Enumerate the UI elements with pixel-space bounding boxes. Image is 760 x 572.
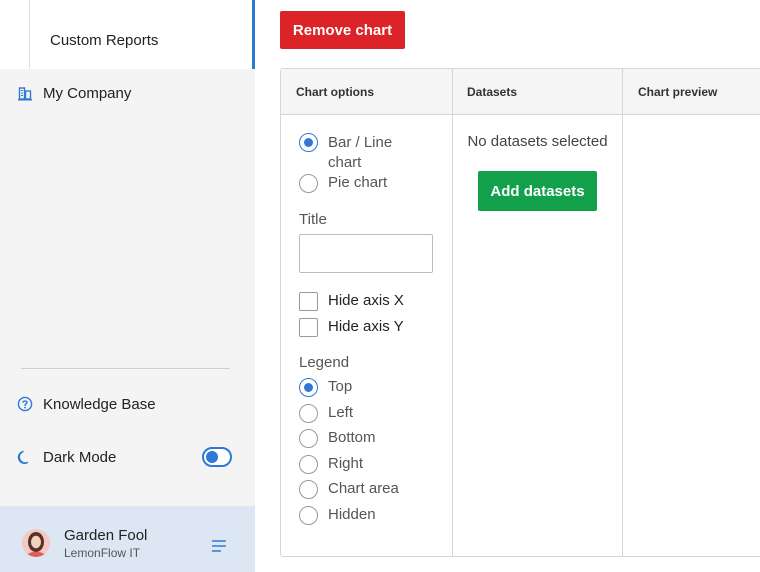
legend-left-radio[interactable]: [299, 404, 318, 423]
column-title-chart-options: Chart options: [296, 85, 374, 99]
hide-axis-y-checkbox[interactable]: [299, 318, 318, 337]
legend-right-option[interactable]: Right: [299, 455, 363, 474]
hide-axis-y-option[interactable]: Hide axis Y: [299, 318, 404, 337]
sidebar-item-knowledge-base[interactable]: Knowledge Base: [16, 395, 156, 413]
chart-type-pie-option[interactable]: Pie chart: [299, 174, 387, 193]
legend-label: Legend: [299, 354, 350, 371]
legend-top-radio[interactable]: [299, 378, 318, 397]
toggle-knob: [206, 451, 218, 463]
tree-guide-line: [29, 0, 30, 69]
sidebar: Custom Reports My Company Knowledge Base: [0, 0, 255, 572]
no-datasets-message: No datasets selected: [467, 133, 608, 150]
active-indicator: [252, 0, 255, 69]
avatar[interactable]: [22, 529, 50, 557]
chart-type-pie-radio[interactable]: [299, 174, 318, 193]
sidebar-item-my-company[interactable]: My Company: [16, 84, 131, 102]
chart-type-bar-line-option[interactable]: Bar / Line chart: [299, 133, 439, 173]
column-divider: [622, 69, 623, 556]
moon-icon: [16, 448, 34, 466]
sidebar-item-label: My Company: [43, 84, 132, 102]
sidebar-subitem-container: Custom Reports: [0, 0, 255, 69]
menu-icon[interactable]: [211, 539, 227, 553]
user-org: LemonFlow IT: [64, 546, 141, 560]
sidebar-item-custom-reports[interactable]: Custom Reports: [50, 32, 158, 49]
dark-mode-toggle[interactable]: [202, 447, 232, 467]
user-name: Garden Fool: [64, 527, 148, 544]
column-title-chart-preview: Chart preview: [638, 85, 718, 99]
legend-bottom-option[interactable]: Bottom: [299, 429, 376, 448]
title-input[interactable]: [299, 234, 433, 273]
building-icon: [16, 84, 34, 102]
chart-type-bar-line-radio[interactable]: [299, 133, 318, 152]
help-circle-icon: [16, 395, 34, 413]
legend-hidden-radio[interactable]: [299, 506, 318, 525]
user-panel: Garden Fool LemonFlow IT: [0, 506, 255, 572]
legend-top-option[interactable]: Top: [299, 378, 352, 397]
legend-bottom-radio[interactable]: [299, 429, 318, 448]
hide-axis-x-checkbox[interactable]: [299, 292, 318, 311]
title-label: Title: [299, 211, 327, 228]
add-datasets-button[interactable]: Add datasets: [478, 171, 597, 211]
hide-axis-x-option[interactable]: Hide axis X: [299, 292, 404, 311]
sidebar-item-label: Knowledge Base: [43, 395, 156, 413]
column-title-datasets: Datasets: [467, 85, 518, 99]
legend-left-option[interactable]: Left: [299, 404, 353, 423]
legend-chart-area-radio[interactable]: [299, 480, 318, 499]
remove-chart-button[interactable]: Remove chart: [280, 11, 405, 49]
legend-right-radio[interactable]: [299, 455, 318, 474]
legend-hidden-option[interactable]: Hidden: [299, 506, 376, 525]
sidebar-item-label: Dark Mode: [43, 448, 117, 466]
sidebar-divider: [21, 368, 230, 369]
legend-chart-area-option[interactable]: Chart area: [299, 480, 399, 499]
